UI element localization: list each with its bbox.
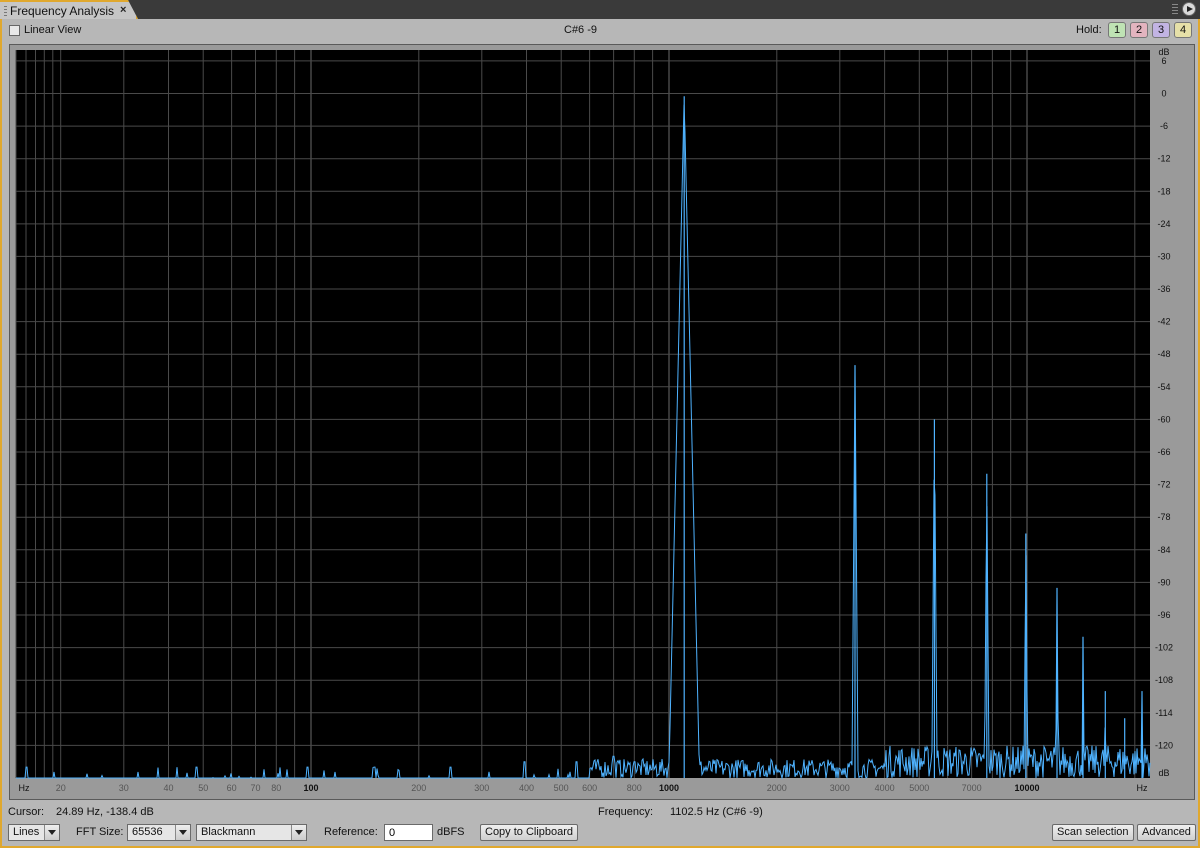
x-tick-label: 40 (163, 783, 173, 793)
y-tick-label: -54 (1157, 382, 1170, 392)
close-icon[interactable]: × (120, 4, 126, 16)
x-tick-label: 3000 (830, 783, 850, 793)
reference-input[interactable] (384, 824, 433, 841)
x-tick-label: 400 (519, 783, 534, 793)
scan-selection-button[interactable]: Scan selection (1052, 824, 1134, 841)
x-tick-label: 200 (411, 783, 426, 793)
y-tick-label: -12 (1157, 154, 1170, 164)
x-tick-label: 300 (474, 783, 489, 793)
x-tick-label: 800 (627, 783, 642, 793)
y-tick-label: -18 (1157, 186, 1170, 196)
chevron-down-icon[interactable] (44, 825, 59, 840)
y-tick-label: -66 (1157, 447, 1170, 457)
x-tick-label: 600 (582, 783, 597, 793)
y-tick-label: -24 (1157, 219, 1170, 229)
window-function-value: Blackmann (201, 826, 256, 838)
x-unit-label-right: Hz (1137, 783, 1148, 793)
x-tick-label: 7000 (962, 783, 982, 793)
x-tick-label: 70 (250, 783, 260, 793)
hold-button-3[interactable]: 3 (1152, 22, 1170, 38)
frequency-value: 1102.5 Hz (C#6 -9) (670, 806, 763, 818)
y-tick-label: -36 (1157, 284, 1170, 294)
y-tick-label: -102 (1155, 643, 1173, 653)
tab-title: Frequency Analysis (10, 4, 115, 18)
fft-size-value: 65536 (132, 826, 163, 838)
y-tick-label: -48 (1157, 349, 1170, 359)
x-tick-label: 80 (271, 783, 281, 793)
y-tick-label: -60 (1157, 414, 1170, 424)
hold-button-4[interactable]: 4 (1174, 22, 1192, 38)
x-tick-label: 100 (303, 783, 318, 793)
y-unit-label-bottom: dB (1158, 768, 1169, 778)
chevron-down-icon[interactable] (175, 825, 190, 840)
y-tick-label: 6 (1161, 56, 1166, 66)
y-tick-label: -84 (1157, 545, 1170, 555)
fft-size-label: FFT Size: (76, 826, 124, 838)
chevron-down-icon[interactable] (291, 825, 306, 840)
display-mode-value: Lines (13, 826, 40, 838)
y-tick-label: -72 (1157, 480, 1170, 490)
tab-frequency-analysis[interactable]: Frequency Analysis × (0, 0, 138, 19)
reference-label: Reference: (324, 826, 378, 838)
y-tick-label: -42 (1157, 317, 1170, 327)
y-tick-label: 0 (1161, 89, 1166, 99)
cursor-value: 24.89 Hz, -138.4 dB (56, 806, 154, 818)
linear-view-checkbox[interactable] (9, 25, 20, 36)
x-tick-label: 500 (554, 783, 569, 793)
hold-label: Hold: (1076, 24, 1102, 36)
fft-size-select[interactable]: 65536 (127, 824, 191, 841)
x-tick-label: 5000 (909, 783, 929, 793)
spectrum-plot[interactable]: 6 0 -6 -12 -18 -24 -30 -36 -42 -48 -54 -60 -66 -72 -78… (9, 44, 1195, 800)
y-tick-label: -96 (1157, 610, 1170, 620)
panel-tab-bar: Frequency Analysis × (0, 0, 1200, 19)
note-display: C#6 -9 (564, 24, 598, 36)
spectrum-chart[interactable]: 60-6-12-18-24-30-36-42-48-54-60-66-72-78… (10, 45, 1194, 799)
y-tick-label: -6 (1160, 121, 1168, 131)
x-tick-label: 30 (119, 783, 129, 793)
display-mode-select[interactable]: Lines (8, 824, 60, 841)
panel-menu-icon[interactable] (1182, 2, 1196, 16)
linear-view-label[interactable]: Linear View (24, 24, 81, 36)
y-tick-label: -78 (1157, 512, 1170, 522)
cursor-label: Cursor: (8, 806, 45, 818)
x-tick-label: 20 (56, 783, 66, 793)
x-tick-label: 50 (198, 783, 208, 793)
grip-icon[interactable] (4, 6, 7, 16)
y-unit-label-top: dB (1158, 47, 1169, 57)
x-tick-label: 4000 (875, 783, 895, 793)
x-tick-label: 60 (227, 783, 237, 793)
y-tick-label: -108 (1155, 675, 1173, 685)
y-tick-label: -30 (1157, 251, 1170, 261)
y-tick-label: -90 (1157, 577, 1170, 587)
y-tick-label: -120 (1155, 740, 1173, 750)
x-unit-label-left: Hz (19, 783, 30, 793)
panel-grip-icon[interactable] (1172, 4, 1178, 14)
hold-button-2[interactable]: 2 (1130, 22, 1148, 38)
hold-button-1[interactable]: 1 (1108, 22, 1126, 38)
advanced-button[interactable]: Advanced (1137, 824, 1196, 841)
window-function-select[interactable]: Blackmann (196, 824, 307, 841)
x-tick-label: 10000 (1014, 783, 1039, 793)
copy-to-clipboard-button[interactable]: Copy to Clipboard (480, 824, 579, 841)
x-tick-label: 2000 (767, 783, 787, 793)
x-tick-label: 1000 (659, 783, 679, 793)
frequency-label: Frequency: (598, 806, 654, 818)
reference-unit: dBFS (437, 826, 465, 838)
y-tick-label: -114 (1155, 708, 1172, 718)
